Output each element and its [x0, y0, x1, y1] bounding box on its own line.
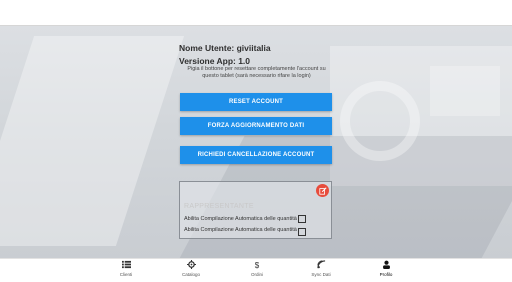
representative-title: RAPPRESENTANTE: [184, 203, 254, 210]
app-version-label: Versione App: 1.0: [179, 56, 251, 66]
auto-fill-quantity-label-2: Abilita Compilazione Automatica delle qu…: [184, 227, 297, 233]
sync-icon: [301, 260, 341, 271]
dollar-icon: $: [254, 261, 260, 270]
nav-label: Ordini: [250, 272, 263, 277]
nav-ordini[interactable]: $ Ordini: [237, 260, 277, 277]
nav-clienti[interactable]: Clienti: [106, 260, 146, 277]
nav-catalogo[interactable]: Catalogo: [171, 260, 211, 277]
nav-label: Clienti: [119, 272, 133, 277]
reset-info-text: Pigia il bottone per resettare completam…: [187, 66, 326, 79]
auto-fill-quantity-checkbox-2[interactable]: [298, 228, 306, 236]
auto-fill-quantity-checkbox-1[interactable]: [298, 215, 306, 223]
edit-button[interactable]: [316, 184, 329, 197]
reset-account-button[interactable]: RESET ACCOUNT: [180, 93, 332, 111]
nav-label: Profilo: [379, 272, 393, 277]
nav-label: Sync Dati: [311, 272, 331, 277]
catalog-icon: [171, 260, 211, 271]
list-icon: [106, 260, 146, 271]
nav-sync-dati[interactable]: Sync Dati: [301, 260, 341, 277]
profile-content: Nome Utente: giviitalia Versione App: 1.…: [0, 0, 512, 281]
user-icon: [366, 260, 406, 271]
request-account-deletion-button[interactable]: RICHIEDI CANCELLAZIONE ACCOUNT: [180, 146, 332, 164]
edit-icon: [318, 186, 327, 195]
nav-label: Catalogo: [181, 272, 200, 277]
force-data-update-button[interactable]: FORZA AGGIORNAMENTO DATI: [180, 117, 332, 135]
nav-profilo[interactable]: Profilo: [366, 260, 406, 277]
username-label: Nome Utente: giviitalia: [179, 43, 271, 53]
auto-fill-quantity-label-1: Abilita Compilazione Automatica delle qu…: [184, 216, 297, 222]
